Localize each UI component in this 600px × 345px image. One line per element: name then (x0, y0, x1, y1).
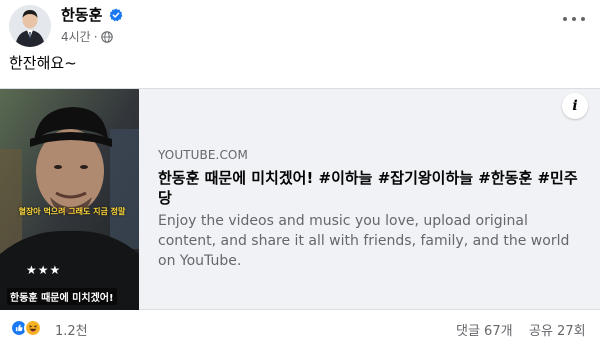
verified-badge-icon (109, 8, 123, 22)
more-dot (563, 17, 567, 21)
thumbnail-image (0, 89, 139, 310)
author-name[interactable]: 한동훈 (61, 5, 102, 25)
reaction-icons[interactable] (10, 319, 42, 337)
thumbnail-caption-bottom: 한동훈 때문에 미치겠어! (7, 288, 117, 305)
thumbnail-caption-top: 혈장아 먹으려 그래도 지금 정말 (18, 207, 126, 216)
more-dot (581, 17, 585, 21)
link-title[interactable]: 한동훈 때문에 미치겠어! #이하늘 #잡기왕이하늘 #한동훈 #민주당 (158, 168, 588, 208)
link-preview-card[interactable]: 혈장아 먹으려 그래도 지금 정말 ★★★ 한동훈 때문에 미치겠어! i YO… (0, 88, 600, 310)
post-footer: 1.2천 댓글 67개 공유 27회 (0, 318, 600, 340)
info-icon[interactable]: i (562, 93, 588, 119)
globe-icon[interactable] (100, 31, 113, 43)
avatar-image (9, 5, 51, 47)
thumbnail-stars: ★★★ (26, 263, 62, 277)
post-time[interactable]: 4시간 (61, 29, 91, 45)
author-avatar[interactable] (9, 5, 51, 47)
post-text: 한잔해요~ (9, 54, 77, 72)
meta-separator: · (93, 30, 98, 44)
share-count[interactable]: 공유 27회 (529, 320, 586, 339)
more-options-icon[interactable] (563, 12, 585, 26)
haha-reaction-icon (24, 319, 42, 337)
link-domain: YOUTUBE.COM (158, 148, 248, 162)
video-thumbnail[interactable]: 혈장아 먹으려 그래도 지금 정말 ★★★ 한동훈 때문에 미치겠어! (0, 89, 139, 310)
more-dot (572, 17, 576, 21)
reaction-count[interactable]: 1.2천 (55, 320, 88, 339)
link-description: Enjoy the videos and music you love, upl… (158, 213, 570, 269)
post-meta: 4시간 · (61, 29, 113, 45)
comment-count[interactable]: 댓글 67개 (456, 320, 513, 339)
